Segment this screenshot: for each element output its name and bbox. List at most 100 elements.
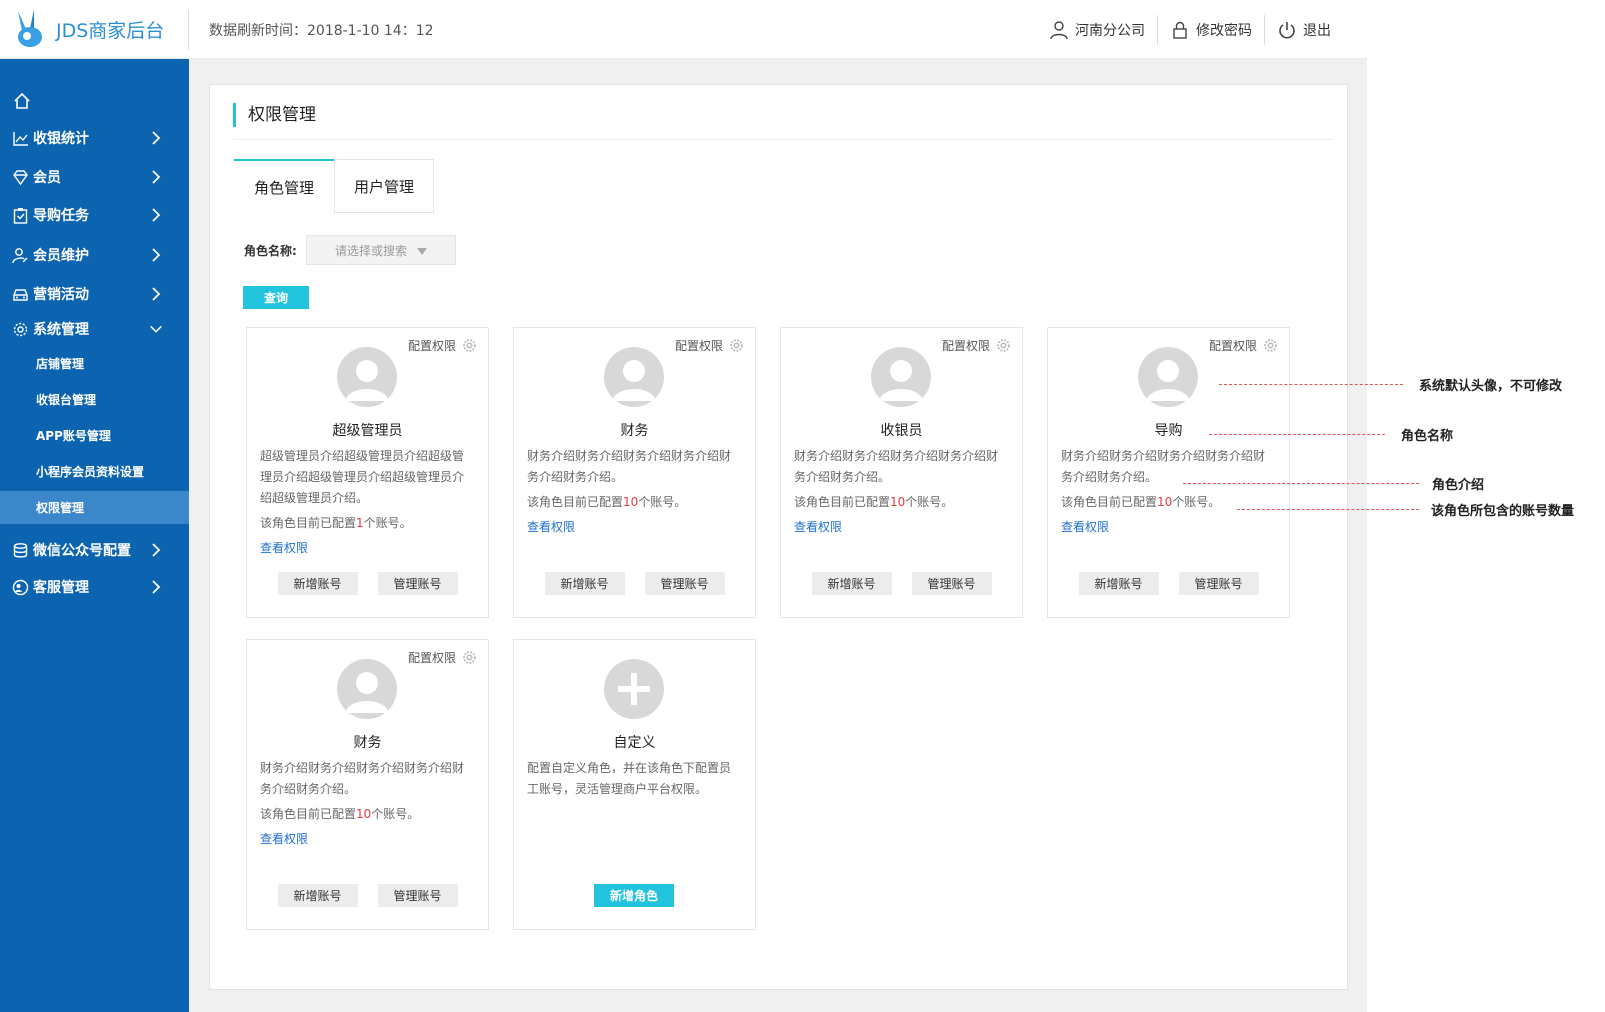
sidebar-subitem-label: APP账号管理 bbox=[36, 429, 111, 443]
chevron-right-icon bbox=[152, 170, 161, 184]
config-permission-button[interactable]: 配置权限 bbox=[942, 337, 1011, 354]
user-icon bbox=[1050, 21, 1068, 40]
query-button[interactable]: 查询 bbox=[243, 286, 309, 309]
count-suffix: 个账号。 bbox=[905, 495, 954, 509]
sidebar-item-label: 收银统计 bbox=[33, 131, 89, 147]
custom-role-name: 自定义 bbox=[613, 735, 656, 751]
support-icon bbox=[12, 579, 28, 595]
tab-label: 角色管理 bbox=[253, 178, 314, 197]
config-permission-button[interactable]: 配置权限 bbox=[408, 337, 477, 354]
avatar-icon bbox=[1146, 360, 1190, 401]
default-avatar bbox=[1138, 347, 1198, 407]
sidebar-item-label: 导购任务 bbox=[33, 208, 89, 224]
database-icon bbox=[13, 542, 27, 558]
avatar-icon bbox=[345, 672, 389, 713]
avatar-icon bbox=[612, 360, 656, 401]
role-name: 收银员 bbox=[880, 423, 923, 439]
sidebar-item-label: 营销活动 bbox=[33, 287, 89, 303]
role-name: 财务 bbox=[353, 735, 382, 751]
lock-icon bbox=[1173, 21, 1187, 39]
config-label: 配置权限 bbox=[407, 339, 456, 353]
add-circle[interactable] bbox=[604, 659, 664, 719]
chevron-right-icon bbox=[152, 208, 161, 222]
count-number: 10 bbox=[356, 807, 372, 821]
tab-bar: 角色管理 用户管理 bbox=[234, 159, 434, 213]
chevron-right-icon bbox=[152, 131, 161, 145]
plus-icon bbox=[618, 673, 650, 705]
add-role-button[interactable]: 新增角色 bbox=[594, 884, 674, 907]
view-permission-link[interactable]: 查看权限 bbox=[794, 517, 1006, 538]
sidebar-subitem-label: 店铺管理 bbox=[36, 357, 85, 371]
page-title: 权限管理 bbox=[233, 103, 316, 127]
add-account-button[interactable]: 新增账号 bbox=[1078, 572, 1159, 595]
count-number: 10 bbox=[623, 495, 639, 509]
gear-icon bbox=[463, 339, 476, 352]
sidebar-item-member-maintenance[interactable]: 会员维护 bbox=[0, 237, 189, 273]
user-edit-icon bbox=[11, 247, 27, 263]
add-account-button[interactable]: 新增账号 bbox=[277, 884, 358, 907]
annotation-role-name: 角色名称 bbox=[1401, 429, 1454, 444]
sidebar-subitem-app-account[interactable]: APP账号管理 bbox=[0, 419, 189, 452]
logout-button[interactable]: 退出 bbox=[1265, 16, 1343, 44]
add-account-button[interactable]: 新增账号 bbox=[544, 572, 625, 595]
sidebar-subitem-store[interactable]: 店铺管理 bbox=[0, 347, 189, 380]
sidebar-subitem-cashier[interactable]: 收银台管理 bbox=[0, 383, 189, 416]
view-permission-link[interactable]: 查看权限 bbox=[260, 829, 472, 850]
manage-account-button[interactable]: 管理账号 bbox=[1178, 572, 1259, 595]
count-suffix: 个账号。 bbox=[363, 516, 412, 530]
change-password-label: 修改密码 bbox=[1196, 23, 1252, 39]
change-password-button[interactable]: 修改密码 bbox=[1158, 16, 1264, 44]
default-avatar bbox=[337, 347, 397, 407]
view-permission-link[interactable]: 查看权限 bbox=[260, 538, 472, 559]
logo[interactable]: JDS商家后台 bbox=[12, 7, 188, 51]
role-name: 导购 bbox=[1154, 423, 1183, 439]
config-label: 配置权限 bbox=[941, 339, 990, 353]
manage-account-button[interactable]: 管理账号 bbox=[377, 884, 458, 907]
app-title: JDS商家后台 bbox=[56, 19, 165, 42]
config-permission-button[interactable]: 配置权限 bbox=[408, 649, 477, 666]
sidebar-item-guide-task[interactable]: 导购任务 bbox=[0, 197, 189, 233]
view-permission-link[interactable]: 查看权限 bbox=[527, 517, 739, 538]
tab-role-management[interactable]: 角色管理 bbox=[234, 159, 334, 213]
sidebar-item-customer-service[interactable]: 客服管理 bbox=[0, 569, 189, 605]
logout-label: 退出 bbox=[1303, 23, 1331, 39]
role-name: 财务 bbox=[620, 423, 649, 439]
chevron-right-icon bbox=[152, 543, 161, 557]
tab-user-management[interactable]: 用户管理 bbox=[334, 159, 434, 213]
custom-role-card: 自定义 配置自定义角色，并在该角色下配置员工账号，灵活管理商户平台权限。 新增角… bbox=[513, 639, 756, 930]
sidebar-item-label: 系统管理 bbox=[33, 322, 89, 338]
sidebar-item-member[interactable]: 会员 bbox=[0, 159, 189, 195]
add-account-button[interactable]: 新增账号 bbox=[811, 572, 892, 595]
role-account-count: 该角色目前已配置10个账号。 bbox=[794, 492, 1006, 513]
avatar-icon bbox=[879, 360, 923, 401]
role-card: 配置权限 导购 财务介绍财务介绍财务介绍财务介绍财务介绍财务介绍。 该角色目前已… bbox=[1047, 327, 1290, 618]
annotation-account-count: 该角色所包含的账号数量 bbox=[1431, 504, 1575, 519]
role-name-select[interactable]: 请选择或搜索 bbox=[306, 235, 456, 265]
sidebar: 收银统计 会员 导购任务 会员维护 营销活动 系统管理 店铺管理 收银台管理 A… bbox=[0, 59, 189, 1012]
sidebar-item-system[interactable]: 系统管理 bbox=[0, 311, 189, 347]
diamond-icon bbox=[12, 169, 28, 185]
manage-account-button[interactable]: 管理账号 bbox=[911, 572, 992, 595]
role-description: 财务介绍财务介绍财务介绍财务介绍财务介绍财务介绍。 bbox=[794, 449, 999, 484]
sidebar-item-cashier-stats[interactable]: 收银统计 bbox=[0, 120, 189, 156]
manage-account-button[interactable]: 管理账号 bbox=[644, 572, 725, 595]
line-chart-icon bbox=[12, 131, 28, 146]
top-header: JDS商家后台 数据刷新时间：2018-1-10 14：12 河南分公司 修改密… bbox=[0, 0, 1367, 59]
sidebar-item-wechat[interactable]: 微信公众号配置 bbox=[0, 532, 189, 568]
chevron-down-icon bbox=[150, 325, 162, 333]
content-panel: 权限管理 角色管理 用户管理 角色名称: 请选择或搜索 查询 配置权限 超级管理… bbox=[209, 84, 1348, 990]
power-icon bbox=[1279, 22, 1295, 39]
sidebar-item-marketing[interactable]: 营销活动 bbox=[0, 276, 189, 312]
manage-account-button[interactable]: 管理账号 bbox=[377, 572, 458, 595]
gear-icon bbox=[13, 322, 27, 336]
sidebar-subitem-miniprogram[interactable]: 小程序会员资料设置 bbox=[0, 455, 189, 488]
sidebar-subitem-permission[interactable]: 权限管理 bbox=[0, 491, 189, 524]
count-suffix: 个账号。 bbox=[638, 495, 687, 509]
company-menu[interactable]: 河南分公司 bbox=[1037, 16, 1157, 44]
view-permission-link[interactable]: 查看权限 bbox=[1061, 517, 1273, 538]
role-card: 配置权限 财务 财务介绍财务介绍财务介绍财务介绍财务介绍财务介绍。 该角色目前已… bbox=[246, 639, 489, 930]
config-permission-button[interactable]: 配置权限 bbox=[675, 337, 744, 354]
home-icon[interactable] bbox=[12, 91, 32, 111]
add-account-button[interactable]: 新增账号 bbox=[277, 572, 358, 595]
config-permission-button[interactable]: 配置权限 bbox=[1209, 337, 1278, 354]
